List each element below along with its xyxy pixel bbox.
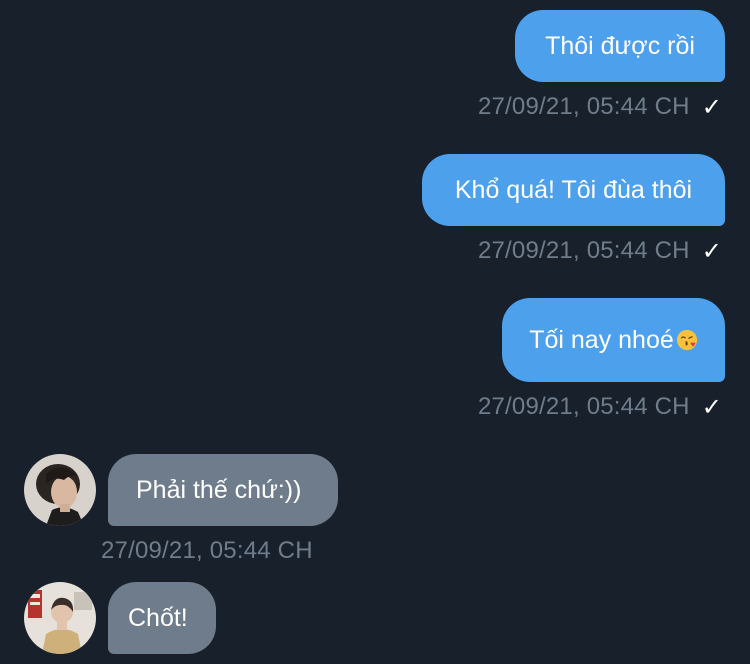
incoming-message[interactable]: Phải thế chứ:))	[108, 454, 338, 526]
message-timestamp: 27/09/21, 05:44 CH	[477, 237, 690, 264]
message-text: Tối nay nhoé	[529, 325, 674, 354]
sender-avatar[interactable]	[24, 454, 96, 526]
message-timestamp: 27/09/21, 05:44 CH	[477, 393, 690, 420]
message-text: Khổ quá! Tôi đùa thôi	[454, 175, 693, 204]
kissing-face-emoji-icon	[676, 329, 697, 351]
message-timestamp: 27/09/21, 05:44 CH	[101, 537, 313, 564]
message-meta: 27/09/21, 05:44 CH ✓	[478, 236, 722, 266]
incoming-message[interactable]: Chốt!	[108, 582, 216, 654]
message-text: Phải thế chứ:))	[136, 475, 302, 504]
message-meta: 27/09/21, 05:44 CH	[101, 536, 313, 566]
outgoing-message[interactable]: Tối nay nhoé	[502, 298, 725, 382]
message-text: Thôi được rồi	[545, 31, 695, 60]
message-timestamp: 27/09/21, 05:44 CH	[477, 93, 690, 120]
message-meta: 27/09/21, 05:44 CH ✓	[478, 392, 722, 422]
message-text: Chốt!	[128, 603, 188, 632]
avatar-photo-icon	[24, 582, 96, 654]
avatar-photo-icon	[24, 454, 96, 526]
outgoing-message[interactable]: Thôi được rồi	[515, 10, 725, 82]
sent-check-icon: ✓	[701, 237, 722, 265]
sent-check-icon: ✓	[701, 93, 722, 121]
outgoing-message[interactable]: Khổ quá! Tôi đùa thôi	[422, 154, 725, 226]
sent-check-icon: ✓	[701, 393, 722, 421]
message-meta: 27/09/21, 05:44 CH ✓	[478, 92, 722, 122]
chat-thread: Thôi được rồi 27/09/21, 05:44 CH ✓ Khổ q…	[0, 0, 750, 664]
sender-avatar[interactable]	[24, 582, 96, 654]
